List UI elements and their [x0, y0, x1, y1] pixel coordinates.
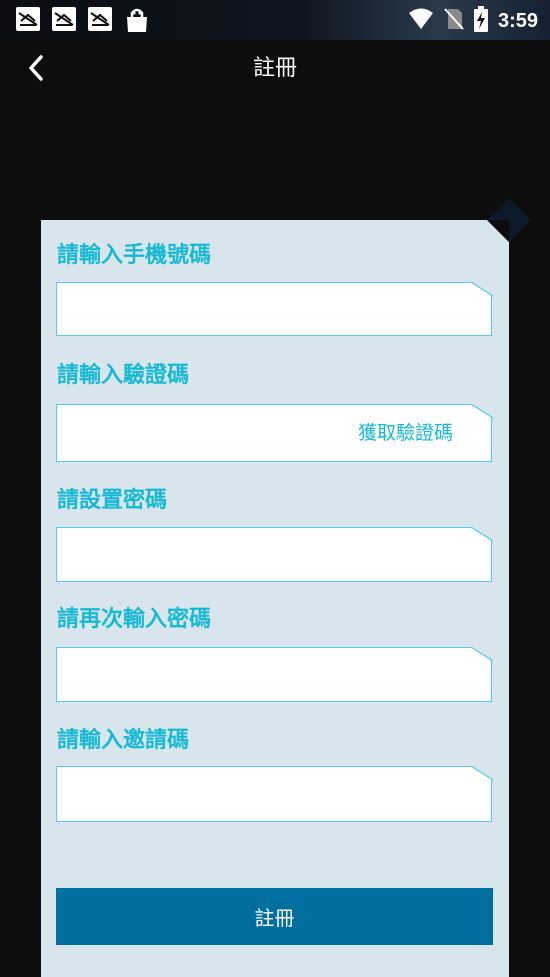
phone-field[interactable]	[56, 282, 492, 336]
invite-code-input[interactable]	[67, 767, 351, 821]
confirm-password-field[interactable]	[56, 647, 492, 702]
get-code-button[interactable]: 獲取驗證碼	[358, 418, 453, 445]
invite-code-field[interactable]	[56, 766, 492, 822]
wifi-icon	[408, 8, 434, 34]
password-label: 請設置密碼	[57, 488, 168, 513]
password-input[interactable]	[67, 528, 351, 582]
notification-icon	[52, 7, 76, 31]
confirm-password-label: 請再次輸入密碼	[57, 607, 212, 632]
notification-icon	[88, 7, 112, 31]
confirm-password-input[interactable]	[67, 648, 351, 702]
code-field[interactable]: 獲取驗證碼	[56, 404, 492, 462]
status-bar: 3:59	[0, 0, 550, 40]
system-status-area: 3:59	[408, 6, 538, 36]
no-sim-icon	[444, 7, 464, 35]
battery-charging-icon	[473, 6, 488, 36]
password-field[interactable]	[56, 527, 492, 582]
app-header: 註冊	[0, 40, 550, 96]
shopping-bag-icon	[124, 7, 150, 33]
code-input[interactable]	[67, 405, 351, 463]
notification-area	[16, 7, 150, 33]
phone-input[interactable]	[67, 283, 351, 337]
invite-code-label: 請輸入邀請碼	[57, 728, 190, 753]
notification-icon	[16, 7, 40, 31]
phone-label: 請輸入手機號碼	[57, 243, 212, 268]
register-button[interactable]: 註冊	[56, 888, 493, 945]
status-time: 3:59	[497, 9, 538, 32]
page-title: 註冊	[252, 56, 297, 81]
code-label: 請輸入驗證碼	[57, 363, 190, 388]
